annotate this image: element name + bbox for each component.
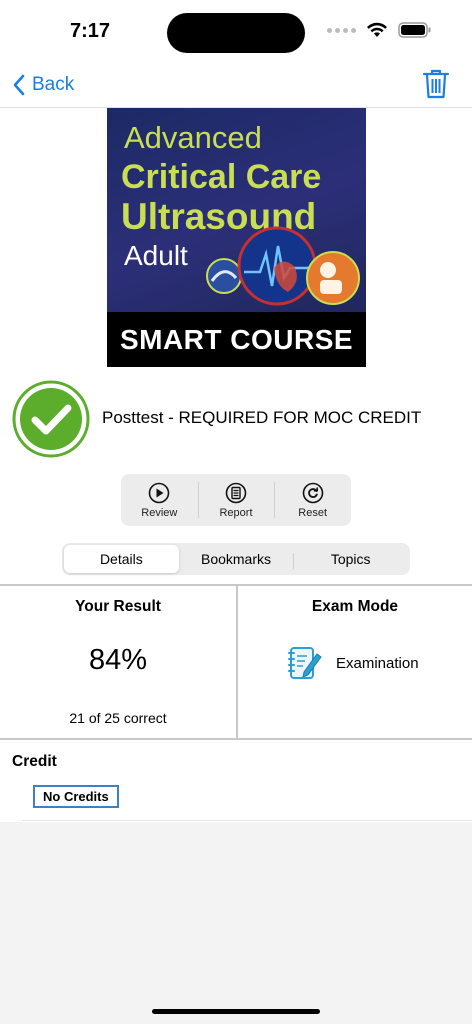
status-bar: 7:17: [0, 0, 472, 62]
reset-label: Reset: [298, 506, 328, 519]
reset-button[interactable]: Reset: [274, 474, 351, 526]
chevron-left-icon: [13, 74, 25, 96]
completed-check-icon: [12, 380, 90, 458]
score-value: 84%: [88, 644, 148, 676]
report-icon: [225, 482, 247, 503]
result-title: Your Result: [75, 598, 161, 615]
back-label: Back: [32, 74, 75, 95]
navigation-bar: Back: [0, 62, 472, 108]
home-indicator[interactable]: [152, 1009, 320, 1014]
cover-banner: SMART COURSE: [107, 312, 366, 367]
course-cover-image: Advanced Critical Care Ultrasound Adult …: [107, 108, 366, 367]
cover-line-4: Adult: [124, 240, 188, 271]
wifi-icon: [367, 22, 387, 37]
dynamic-island: [167, 13, 305, 53]
reset-icon: [302, 482, 323, 503]
exam-mode-row: Examination: [286, 644, 419, 682]
result-cell: Your Result 84% 21 of 25 correct: [0, 586, 236, 738]
review-button[interactable]: Review: [121, 474, 198, 526]
battery-icon: [398, 22, 431, 38]
exam-title: Posttest - REQUIRED FOR MOC CREDIT: [102, 408, 422, 427]
status-time: 7:17: [70, 20, 111, 42]
trash-icon[interactable]: [422, 68, 450, 100]
detail-tabs: Details Bookmarks Topics: [62, 543, 410, 575]
signal-icon: [327, 27, 356, 33]
exam-mode-value: Examination: [336, 654, 419, 672]
cover-line-2: Critical Care: [121, 158, 322, 196]
back-button[interactable]: Back: [12, 70, 74, 100]
credit-title: Credit: [12, 753, 57, 770]
play-icon: [149, 482, 170, 503]
exam-mode-cell: Exam Mode Examination: [236, 586, 472, 738]
ultrasound-art-icon: [206, 226, 360, 306]
status-icons: [327, 22, 432, 38]
result-grid: Your Result 84% 21 of 25 correct Exam Mo…: [0, 584, 472, 740]
review-label: Review: [141, 506, 178, 519]
credit-badge: No Credits: [33, 785, 119, 808]
exam-header: Posttest - REQUIRED FOR MOC CREDIT: [0, 378, 472, 458]
tab-topics[interactable]: Topics: [293, 545, 408, 573]
tab-bookmarks[interactable]: Bookmarks: [179, 545, 294, 573]
cover-line-1: Advanced: [124, 120, 262, 155]
credit-divider: [22, 820, 472, 821]
exam-action-bar: Review Report Reset: [121, 474, 351, 526]
exam-detail-content: Advanced Critical Care Ultrasound Adult …: [0, 108, 472, 822]
tab-details[interactable]: Details: [64, 545, 179, 573]
report-label: Report: [219, 506, 253, 519]
exam-mode-title: Exam Mode: [311, 598, 399, 615]
report-button[interactable]: Report: [197, 474, 275, 526]
correct-count: 21 of 25 correct: [69, 710, 167, 726]
notepad-pencil-icon: [288, 647, 322, 679]
